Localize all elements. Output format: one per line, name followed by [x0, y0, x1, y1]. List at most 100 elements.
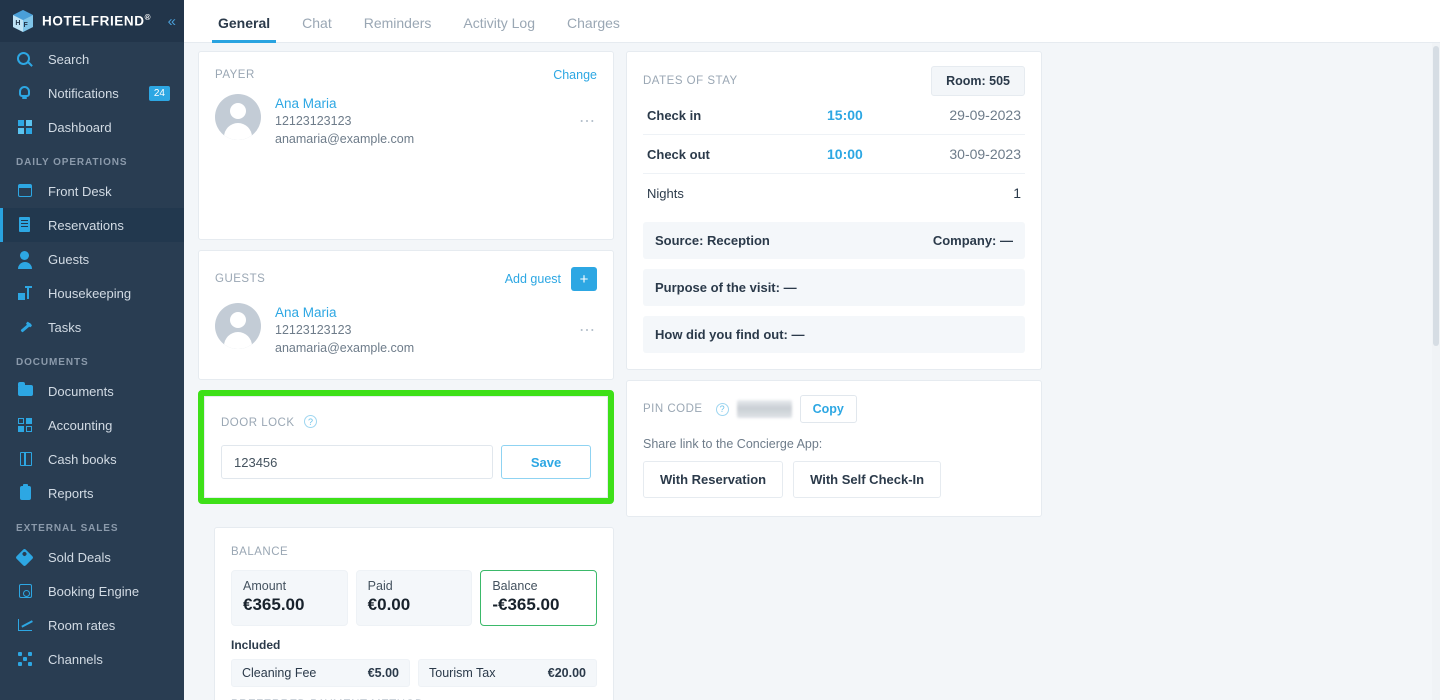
share-link-label: Share link to the Concierge App:: [643, 437, 823, 451]
tab-chat[interactable]: Chat: [286, 15, 348, 42]
hotelfriend-logo-icon: H F: [12, 9, 34, 33]
sidebar-item-label: Guests: [48, 251, 90, 267]
paid-label: Paid: [367, 579, 393, 593]
sidebar-item-label: Sold Deals: [48, 549, 111, 565]
sidebar-item-notifications[interactable]: Notifications 24: [0, 76, 184, 110]
chevrons-left-icon[interactable]: «: [168, 14, 176, 29]
sidebar-logo-row: H F HOTELFRIEND® «: [0, 0, 184, 42]
middle-column: DATES OF STAY Room: 505 Check in 15:00 2…: [626, 51, 1042, 527]
tab-general[interactable]: General: [202, 15, 286, 43]
avatar: [215, 303, 261, 349]
sidebar-item-front-desk[interactable]: Front Desk: [0, 174, 184, 208]
check-out-date[interactable]: 30-09-2023: [949, 146, 1021, 162]
included-item-cleaning-fee: Cleaning Fee €5.00: [231, 659, 410, 687]
tab-charges[interactable]: Charges: [551, 15, 636, 42]
room-badge[interactable]: Room: 505: [931, 66, 1025, 96]
check-out-time[interactable]: 10:00: [767, 146, 949, 162]
stay-header: DATES OF STAY Room: 505: [643, 66, 1025, 96]
svg-text:F: F: [24, 22, 29, 29]
share-buttons: With Reservation With Self Check-In: [643, 461, 1025, 498]
door-lock-title: DOOR LOCK: [221, 417, 295, 429]
bell-icon: [16, 84, 38, 102]
pin-code-title: PIN CODE: [643, 403, 703, 415]
balance-label: Balance: [492, 579, 538, 593]
check-in-time[interactable]: 15:00: [767, 107, 949, 123]
sidebar-item-channels[interactable]: Channels: [0, 642, 184, 676]
balance-box-paid: Paid €0.00: [355, 570, 473, 626]
copy-pin-button[interactable]: Copy: [799, 395, 857, 423]
payer-phone: 12123123123: [275, 114, 352, 129]
sidebar-item-dashboard[interactable]: Dashboard: [0, 110, 184, 144]
check-out-label: Check out: [647, 146, 710, 162]
pin-header: PIN CODE ? Copy: [643, 395, 1025, 423]
cleaning-fee-name: Cleaning Fee: [242, 666, 317, 680]
question-mark-icon[interactable]: ?: [715, 402, 729, 416]
change-payer-link[interactable]: Change: [553, 68, 597, 82]
folder-icon: [16, 382, 38, 400]
guests-title: GUESTS: [215, 273, 266, 285]
left-column: PAYER Change Ana Maria 12123123123 anama…: [198, 51, 614, 527]
sidebar-item-accounting[interactable]: Accounting: [0, 408, 184, 442]
amount-value: €365.00: [243, 595, 305, 614]
sidebar-item-sold-deals[interactable]: Sold Deals: [0, 540, 184, 574]
sidebar-item-label: Dashboard: [48, 119, 112, 135]
sidebar-item-label: Room rates: [48, 617, 116, 633]
guests-card: GUESTS Add guest + Ana Maria 12123123123…: [198, 250, 614, 380]
nights-value: 1: [1013, 185, 1021, 201]
right-column: BALANCE Amount €365.00 Paid €0.00 Balanc…: [214, 527, 614, 700]
pin-code-masked-value: [736, 400, 792, 418]
sidebar-item-label: Documents: [48, 383, 114, 399]
balance-box-amount: Amount €365.00: [231, 570, 348, 626]
dates-of-stay-title: DATES OF STAY: [643, 75, 738, 87]
sidebar-item-tasks[interactable]: Tasks: [0, 310, 184, 344]
sidebar-item-label: Tasks: [48, 319, 82, 335]
avatar: [215, 94, 261, 140]
door-lock-row: Save: [221, 445, 591, 479]
sidebar-item-room-rates[interactable]: Room rates: [0, 608, 184, 642]
sidebar-item-reservations[interactable]: Reservations: [0, 208, 184, 242]
payer-name[interactable]: Ana Maria: [275, 94, 414, 113]
brand-name: HOTELFRIEND®: [42, 13, 152, 29]
book-icon: [16, 450, 38, 468]
tab-activity-log[interactable]: Activity Log: [447, 15, 551, 42]
sidebar-item-housekeeping[interactable]: Housekeeping: [0, 276, 184, 310]
search-icon: [16, 50, 38, 68]
door-lock-code-input[interactable]: [221, 445, 493, 479]
clipboard-icon: [16, 484, 38, 502]
ellipsis-icon[interactable]: ⋯: [579, 320, 597, 340]
accounting-icon: [16, 416, 38, 434]
paid-value: €0.00: [367, 595, 411, 614]
sidebar-item-label: Notifications: [48, 85, 119, 101]
door-lock-card: DOOR LOCK ? Save: [204, 396, 608, 498]
add-guest-link[interactable]: Add guest: [505, 272, 561, 286]
scrollbar-thumb[interactable]: [1433, 46, 1439, 346]
sidebar-item-guests[interactable]: Guests: [0, 242, 184, 276]
sidebar-item-label: Housekeeping: [48, 285, 132, 301]
tab-reminders[interactable]: Reminders: [348, 15, 448, 42]
sidebar-item-reports[interactable]: Reports: [0, 476, 184, 510]
purpose-bar: Purpose of the visit: —: [643, 269, 1025, 306]
check-in-row: Check in 15:00 29-09-2023: [643, 96, 1025, 135]
guest-name[interactable]: Ana Maria: [275, 303, 414, 322]
balance-boxes: Amount €365.00 Paid €0.00 Balance -€365.…: [231, 570, 598, 626]
guest-info: Ana Maria 12123123123 anamaria@example.c…: [275, 303, 414, 358]
sidebar-section-title: DOCUMENTS: [16, 357, 89, 368]
sidebar-top-items: Search Notifications 24 Dashboard: [0, 42, 184, 144]
included-items: Cleaning Fee €5.00 Tourism Tax €20.00: [231, 659, 597, 687]
sidebar-item-cash-books[interactable]: Cash books: [0, 442, 184, 476]
share-with-self-checkin-button[interactable]: With Self Check-In: [793, 461, 942, 498]
plus-icon[interactable]: +: [571, 267, 597, 291]
document-icon: [16, 216, 38, 234]
payer-header: PAYER Change: [215, 68, 597, 82]
ellipsis-icon[interactable]: ⋯: [579, 111, 597, 131]
sidebar-item-label: Accounting: [48, 417, 113, 433]
question-mark-icon[interactable]: ?: [303, 415, 317, 429]
check-in-date[interactable]: 29-09-2023: [949, 107, 1021, 123]
door-lock-save-button[interactable]: Save: [501, 445, 591, 479]
app-root: H F HOTELFRIEND® « Search Notifications …: [0, 0, 1440, 700]
sidebar-item-search[interactable]: Search: [0, 42, 184, 76]
sidebar-item-documents[interactable]: Documents: [0, 374, 184, 408]
share-with-reservation-button[interactable]: With Reservation: [643, 461, 784, 498]
balance-value: -€365.00: [492, 595, 560, 614]
sidebar-item-booking-engine[interactable]: Booking Engine: [0, 574, 184, 608]
